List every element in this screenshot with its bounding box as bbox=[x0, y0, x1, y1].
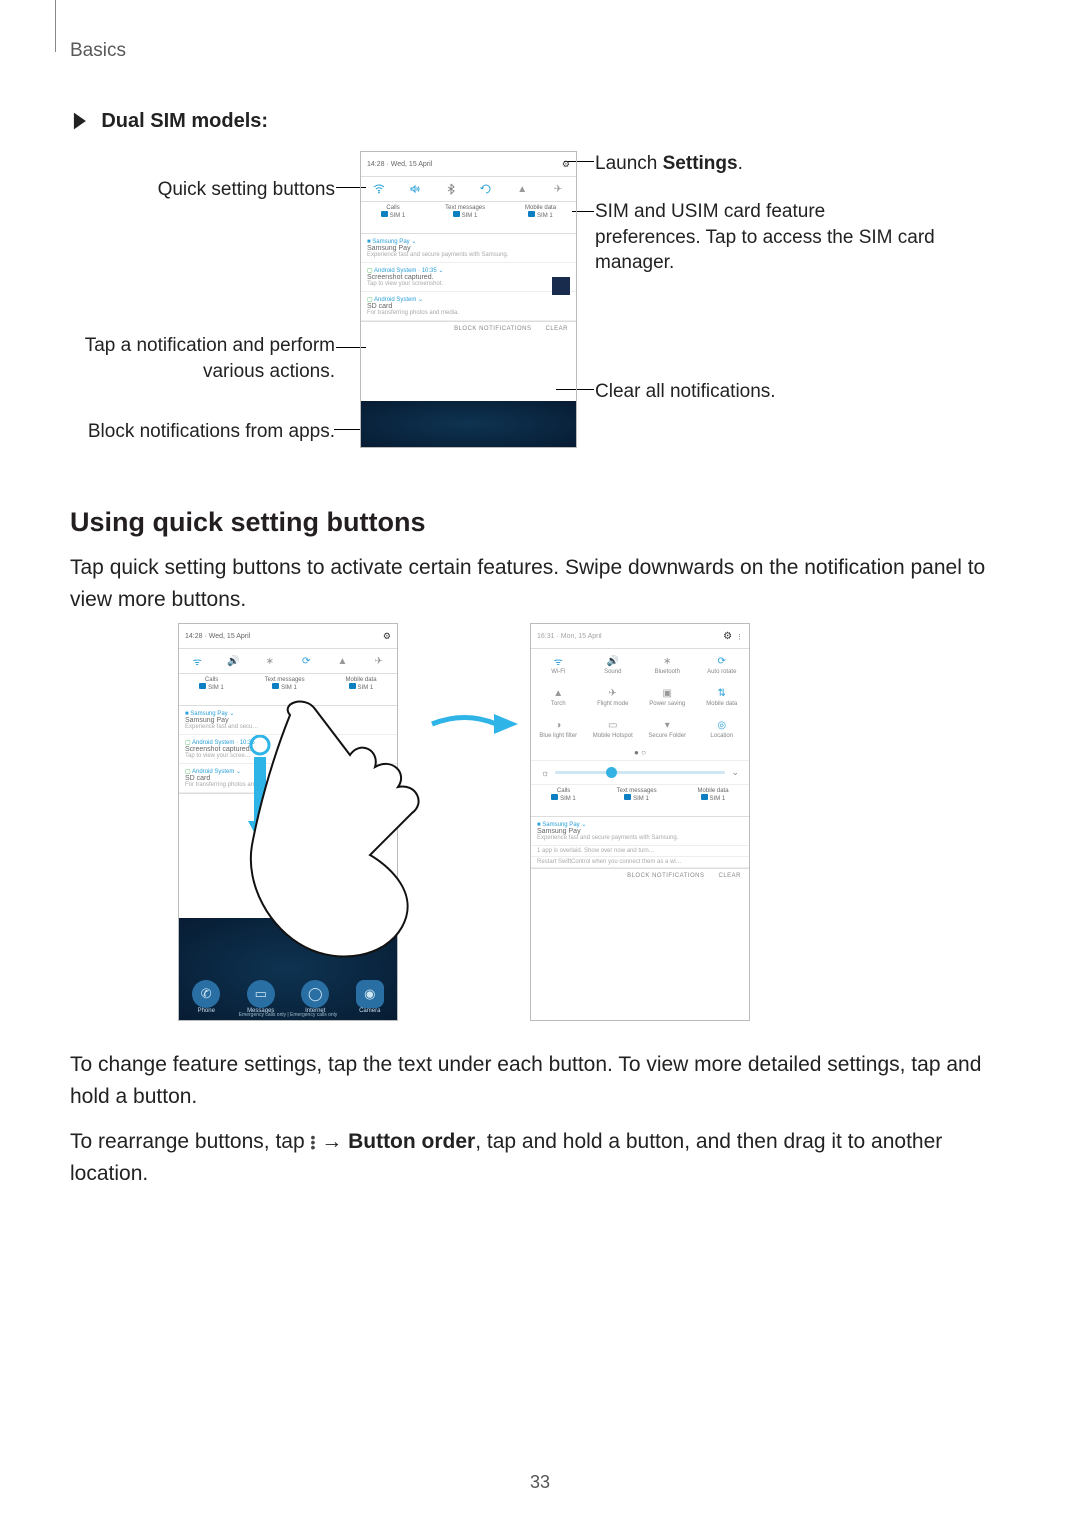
sim-data[interactable]: Mobile data SIM 1 bbox=[525, 205, 556, 219]
phone-panel-before: 14:28 · Wed, 15 April ⚙ ᯤ 🔊 ∗ ⟳ ▲ ✈ Call… bbox=[178, 623, 398, 1021]
wifi-icon[interactable] bbox=[373, 183, 385, 195]
block-notifications-button[interactable]: BLOCK NOTIFICATIONS bbox=[454, 326, 531, 344]
callout-sim-prefs: SIM and USIM card feature preferences. T… bbox=[595, 199, 935, 276]
brightness-slider[interactable]: ☼ ⌄ bbox=[531, 760, 749, 785]
sound-icon[interactable]: 🔊 bbox=[607, 655, 619, 667]
callout-tap-notification: Tap a notification and perform various a… bbox=[70, 333, 335, 384]
manual-page: Basics ► Dual SIM models: Quick setting … bbox=[0, 0, 1080, 1527]
quick-settings-row[interactable]: ᯤ 🔊 ∗ ⟳ ▲ ✈ bbox=[179, 649, 397, 674]
phone-app-icon[interactable]: ✆ bbox=[192, 980, 220, 1008]
figure-swipe-down: 14:28 · Wed, 15 April ⚙ ᯤ 🔊 ∗ ⟳ ▲ ✈ Call… bbox=[70, 623, 1010, 1043]
panel-footer: BLOCK NOTIFICATIONS CLEAR bbox=[531, 868, 749, 891]
wifi-icon[interactable]: ᯤ bbox=[191, 655, 203, 667]
button-order-label: Button order bbox=[348, 1130, 475, 1153]
securefolder-icon[interactable]: ▾ bbox=[661, 719, 673, 731]
paragraph-using: Tap quick setting buttons to activate ce… bbox=[70, 552, 1010, 615]
notification-item[interactable]: ▢ Android System · 10:35 ⌄ Screenshot ca… bbox=[361, 263, 576, 292]
phone-panel-collapsed: 14:28 · Wed, 15 April ⚙ ▲ ✈ bbox=[360, 151, 577, 448]
rotate-icon[interactable]: ⟳ bbox=[716, 655, 728, 667]
heading-using-quick-settings: Using quick setting buttons bbox=[70, 507, 1010, 538]
rotate-icon[interactable]: ⟳ bbox=[300, 655, 312, 667]
camera-app-icon[interactable]: ◉ bbox=[356, 980, 384, 1008]
gear-icon[interactable]: ⚙ bbox=[723, 631, 732, 642]
screenshot-thumbnail[interactable] bbox=[552, 277, 570, 295]
messages-app-icon[interactable]: ▭ bbox=[247, 980, 275, 1008]
brightness-icon: ☼ bbox=[541, 768, 549, 778]
panel-footer: BLOCK NOTIFICATIONS CLEAR bbox=[361, 321, 576, 344]
homescreen-shade bbox=[361, 401, 576, 447]
location-icon[interactable]: ◎ bbox=[716, 719, 728, 731]
statusbar: 14:28 · Wed, 15 April ⚙ bbox=[179, 624, 397, 649]
sim-row[interactable]: Calls SIM 1 Text messages SIM 1 Mobile d… bbox=[361, 202, 576, 234]
sim-row[interactable]: Calls SIM 1 Text messages SIM 1 Mobile d… bbox=[179, 674, 397, 706]
bluetooth-icon[interactable] bbox=[445, 183, 457, 195]
gear-icon[interactable]: ⚙ bbox=[383, 631, 391, 642]
rotate-icon[interactable] bbox=[480, 183, 492, 195]
emergency-calls-text: Emergency calls only | Emergency calls o… bbox=[179, 1012, 397, 1018]
statusbar: 16:31 · Mon, 15 April ⚙ ⋮ bbox=[531, 624, 749, 649]
sim-texts[interactable]: Text messages SIM 1 bbox=[445, 205, 485, 219]
mobiledata-icon[interactable]: ⇅ bbox=[716, 687, 728, 699]
hotspot-icon[interactable]: ▭ bbox=[607, 719, 619, 731]
block-notifications-button[interactable]: BLOCK NOTIFICATIONS bbox=[316, 798, 393, 816]
clear-button[interactable]: CLEAR bbox=[545, 326, 568, 344]
notification-item[interactable]: ▢ Android System ⌄ SD card For transferr… bbox=[179, 764, 397, 793]
statusbar: 14:28 · Wed, 15 April ⚙ bbox=[361, 152, 576, 177]
swipe-down-arrow-icon bbox=[240, 735, 280, 855]
notification-item[interactable]: ▢ Android System ⌄ SD card For transferr… bbox=[361, 292, 576, 321]
notification-item[interactable]: ■ Samsung Pay ⌄ Samsung Pay Experience f… bbox=[179, 706, 397, 735]
bluetooth-icon[interactable]: ∗ bbox=[661, 655, 673, 667]
plane-icon[interactable]: ✈ bbox=[607, 687, 619, 699]
statusbar-date: Wed, 15 April bbox=[391, 161, 433, 168]
paragraph-rearrange: To rearrange buttons, tap ••• → Button o… bbox=[70, 1126, 1010, 1189]
sim-calls[interactable]: Calls SIM 1 bbox=[381, 205, 405, 219]
plane-icon[interactable]: ✈ bbox=[373, 655, 385, 667]
plane-icon[interactable]: ✈ bbox=[552, 183, 564, 195]
callout-quick-settings: Quick setting buttons bbox=[70, 177, 335, 203]
gear-icon[interactable]: ⚙ bbox=[562, 159, 570, 170]
subhead-dual-sim: ► Dual SIM models: bbox=[70, 110, 1010, 133]
figure-annotated-panel: Quick setting buttons Tap a notification… bbox=[70, 151, 1010, 471]
section-label: Basics bbox=[70, 40, 1010, 62]
qs-grid-row: ▲Torch ✈Flight mode ▣Power saving ⇅Mobil… bbox=[531, 681, 749, 713]
sound-icon[interactable]: 🔊 bbox=[227, 655, 239, 667]
clear-button[interactable]: CLEAR bbox=[718, 873, 741, 891]
triangle-icon: ► bbox=[70, 105, 90, 137]
chevron-down-icon[interactable]: ⌄ bbox=[731, 767, 739, 778]
block-notifications-button[interactable]: BLOCK NOTIFICATIONS bbox=[627, 873, 704, 891]
statusbar-time: 14:28 bbox=[367, 161, 385, 168]
notification-item[interactable]: ▢ Android System · 10:35 Screenshot capt… bbox=[179, 735, 397, 764]
notification-item[interactable]: ■ Samsung Pay ⌄ Samsung Pay Experience f… bbox=[531, 817, 749, 846]
callout-launch-settings: Launch Settings. bbox=[595, 151, 935, 177]
phone-panel-expanded: 16:31 · Mon, 15 April ⚙ ⋮ ᯤWi-Fi 🔊Sound … bbox=[530, 623, 750, 1021]
bluelight-icon[interactable]: ◑ bbox=[552, 719, 564, 731]
sound-icon[interactable] bbox=[409, 183, 421, 195]
qs-grid-row: ᯤWi-Fi 🔊Sound ∗Bluetooth ⟳Auto rotate bbox=[531, 649, 749, 681]
callout-clear-all: Clear all notifications. bbox=[595, 379, 935, 405]
more-icon[interactable]: ⋮ bbox=[736, 634, 743, 641]
notification-item[interactable]: ■ Samsung Pay ⌄ Samsung Pay Experience f… bbox=[361, 234, 576, 263]
slider-thumb[interactable] bbox=[606, 767, 617, 778]
torch-icon[interactable]: ▲ bbox=[336, 655, 348, 667]
page-number: 33 bbox=[0, 1472, 1080, 1493]
sim-row[interactable]: Calls SIM 1 Text messages SIM 1 Mobile d… bbox=[531, 785, 749, 817]
powersave-icon[interactable]: ▣ bbox=[661, 687, 673, 699]
torch-icon[interactable]: ▲ bbox=[552, 687, 564, 699]
qs-grid-row: ◑Blue light filter ▭Mobile Hotspot ▾Secu… bbox=[531, 713, 749, 745]
notification-item[interactable]: 1 app is overlaid. Show over now and tur… bbox=[531, 846, 749, 857]
internet-app-icon[interactable]: ◯ bbox=[301, 980, 329, 1008]
subhead-text: Dual SIM models: bbox=[101, 110, 268, 132]
notification-item[interactable]: Restart SwiftControl when you connect th… bbox=[531, 857, 749, 868]
right-arrow-icon bbox=[430, 709, 520, 739]
torch-icon[interactable]: ▲ bbox=[516, 183, 528, 195]
panel-footer: BLOCK NOTIFICATIONS bbox=[179, 793, 397, 816]
callout-block-notifications: Block notifications from apps. bbox=[70, 419, 335, 445]
wifi-icon[interactable]: ᯤ bbox=[552, 655, 564, 667]
quick-settings-row[interactable]: ▲ ✈ bbox=[361, 177, 576, 202]
homescreen: ✆Phone ▭Messages ◯Internet ◉Camera bbox=[179, 918, 397, 1020]
page-dots: ● ○ bbox=[531, 745, 749, 760]
bluetooth-icon[interactable]: ∗ bbox=[264, 655, 276, 667]
paragraph-change-settings: To change feature settings, tap the text… bbox=[70, 1049, 1010, 1112]
header-divider bbox=[55, 0, 56, 52]
